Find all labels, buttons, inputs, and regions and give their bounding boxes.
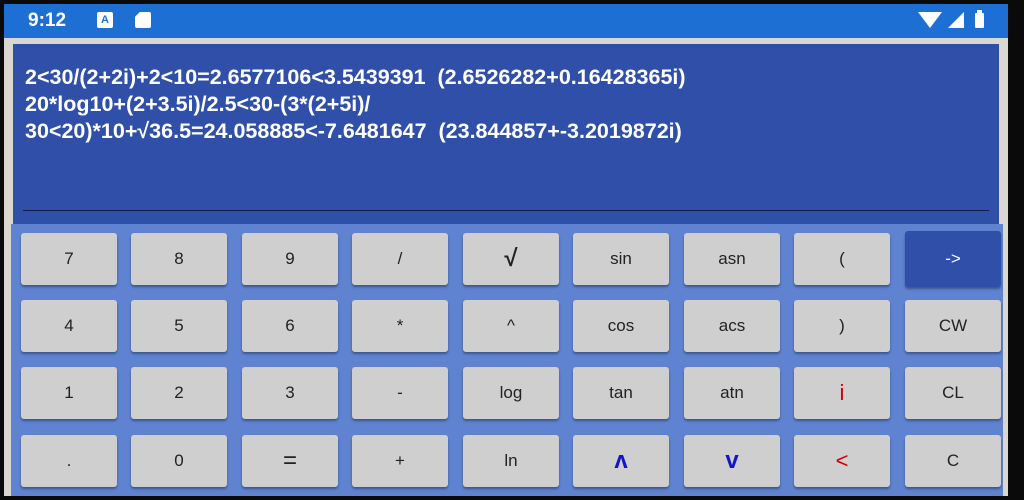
key-cos[interactable]: cos: [573, 300, 669, 352]
key-close-paren[interactable]: ): [794, 300, 890, 352]
calculator-display: 2<30/(2+2i)+2<10=2.6577106<3.5439391 (2.…: [13, 44, 999, 224]
key-decimal[interactable]: .: [21, 435, 117, 487]
key-1[interactable]: 1: [21, 367, 117, 419]
key-6[interactable]: 6: [242, 300, 338, 352]
key-sqrt[interactable]: √: [463, 233, 559, 285]
battery-icon: [975, 10, 984, 28]
key-power[interactable]: ^: [463, 300, 559, 352]
status-time: 9:12: [28, 10, 67, 31]
key-down-caret[interactable]: v: [684, 435, 780, 487]
key-equals[interactable]: =: [242, 435, 338, 487]
key-cw[interactable]: CW: [905, 300, 1001, 352]
wifi-icon: [918, 12, 942, 28]
status-bar: 9:12 A: [4, 4, 1008, 38]
key-c[interactable]: C: [905, 435, 1001, 487]
key-imaginary-i[interactable]: i: [794, 367, 890, 419]
key-arrow[interactable]: ->: [905, 231, 1001, 287]
key-4[interactable]: 4: [21, 300, 117, 352]
key-8[interactable]: 8: [131, 233, 227, 285]
key-cl[interactable]: CL: [905, 367, 1001, 419]
key-angle[interactable]: <: [794, 435, 890, 487]
key-multiply[interactable]: *: [352, 300, 448, 352]
key-9[interactable]: 9: [242, 233, 338, 285]
key-5[interactable]: 5: [131, 300, 227, 352]
key-tan[interactable]: tan: [573, 367, 669, 419]
key-divide[interactable]: /: [352, 233, 448, 285]
signal-icon: [948, 12, 964, 28]
app-window: 9:12 A 2<30/(2+2i)+2<10=2.6577106<3.5439…: [4, 4, 1008, 496]
key-log[interactable]: log: [463, 367, 559, 419]
key-0[interactable]: 0: [131, 435, 227, 487]
key-asn[interactable]: asn: [684, 233, 780, 285]
key-ln[interactable]: ln: [463, 435, 559, 487]
keypad: 7 8 9 / √ sin asn ( -> 4 5 6 * ^ cos acs…: [11, 224, 1003, 496]
key-minus[interactable]: -: [352, 367, 448, 419]
key-7[interactable]: 7: [21, 233, 117, 285]
display-line-1: 2<30/(2+2i)+2<10=2.6577106<3.5439391 (2.…: [25, 65, 686, 89]
input-underline: [23, 210, 989, 211]
key-open-paren[interactable]: (: [794, 233, 890, 285]
key-up-caret[interactable]: ʌ: [573, 435, 669, 487]
text-a-icon: A: [97, 12, 113, 28]
key-acs[interactable]: acs: [684, 300, 780, 352]
key-plus[interactable]: +: [352, 435, 448, 487]
key-atn[interactable]: atn: [684, 367, 780, 419]
key-2[interactable]: 2: [131, 367, 227, 419]
display-line-3: 30<20)*10+√36.5=24.058885<-7.6481647 (23…: [25, 119, 682, 143]
display-text: 2<30/(2+2i)+2<10=2.6577106<3.5439391 (2.…: [25, 64, 995, 145]
sd-card-icon: [135, 12, 151, 28]
display-line-2: 20*log10+(2+3.5i)/2.5<30-(3*(2+5i)/: [25, 92, 371, 116]
key-3[interactable]: 3: [242, 367, 338, 419]
key-sin[interactable]: sin: [573, 233, 669, 285]
